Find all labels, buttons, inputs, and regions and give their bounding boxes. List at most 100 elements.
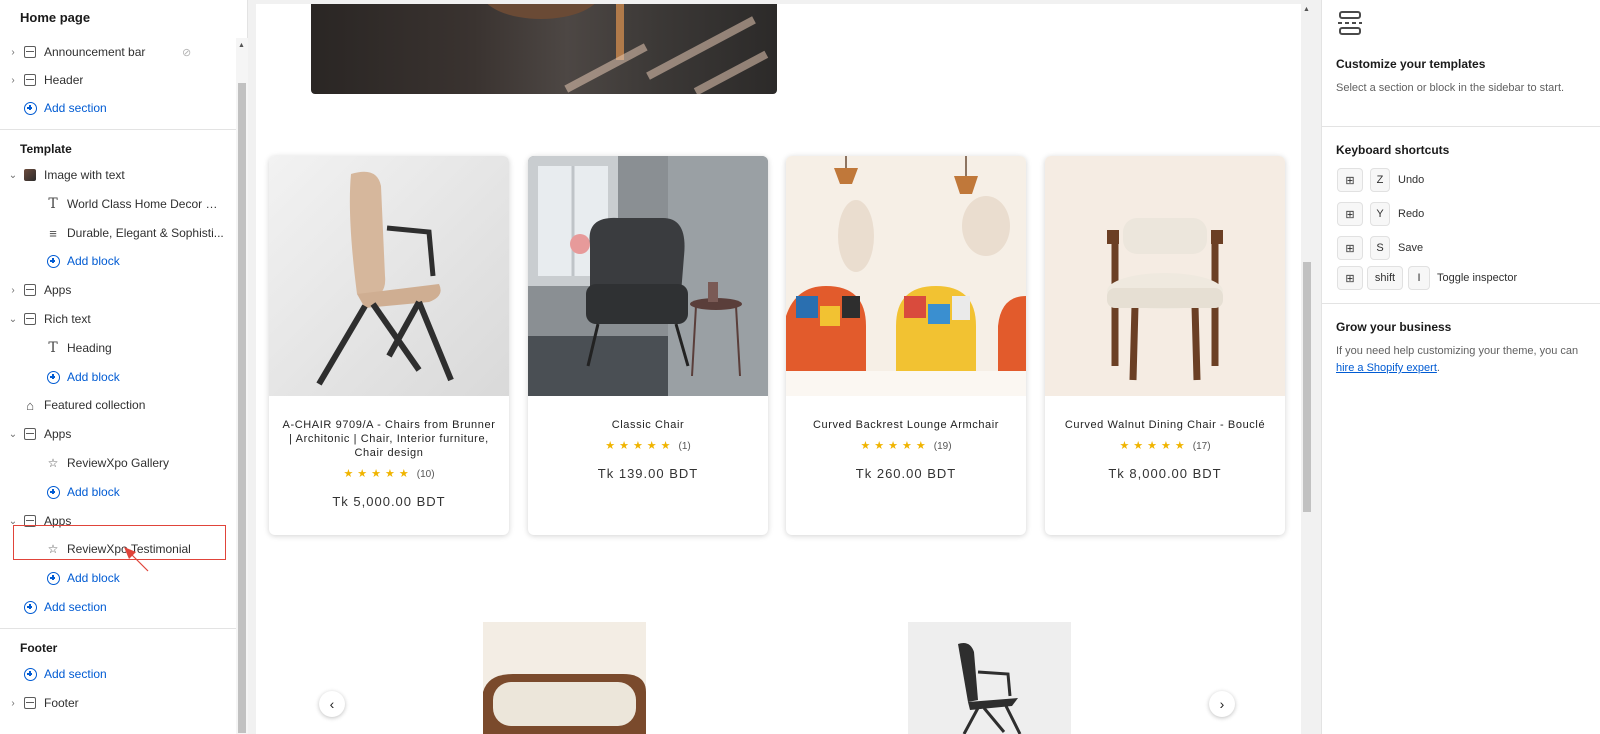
inspector-panel: Customize your templates Select a sectio… (1321, 0, 1600, 734)
shortcut-label: Save (1398, 242, 1424, 254)
product-rating: ★★★★★ (10) (269, 467, 509, 480)
tree-item-label: Featured collection (44, 398, 146, 412)
tree-item-apps[interactable]: › Apps (0, 276, 236, 304)
product-card[interactable]: Curved Backrest Lounge Armchair ★★★★★ (19… (786, 156, 1026, 535)
shortcut-key: S (1370, 236, 1390, 260)
review-count: (19) (933, 441, 952, 452)
scrollbar-thumb[interactable] (1303, 262, 1311, 512)
product-image[interactable] (786, 156, 1026, 396)
shortcuts-title: Keyboard shortcuts (1336, 143, 1450, 157)
product-title[interactable]: Curved Backrest Lounge Armchair (796, 418, 1016, 432)
star-rating-icons: ★★★★★ (860, 440, 930, 452)
product-image[interactable] (1045, 156, 1285, 396)
tree-item-header[interactable]: › Header (0, 66, 236, 94)
add-section-button[interactable]: Add section (0, 94, 236, 122)
shortcut-label: Toggle inspector (1437, 272, 1518, 284)
customize-title: Customize your templates (1336, 57, 1486, 71)
eye-slash-icon[interactable]: ⊘ (182, 46, 191, 59)
tree-block-item[interactable]: T Heading (0, 334, 236, 362)
tree-item-featured-collection[interactable]: ⌂ Featured collection (0, 391, 236, 419)
block-label: ReviewXpo Gallery (67, 456, 170, 470)
tree-item-apps[interactable]: ⌄ Apps (0, 420, 236, 448)
divider (0, 628, 236, 629)
chevron-right-icon[interactable]: › (8, 47, 18, 58)
product-image[interactable] (269, 156, 509, 396)
tree-item-label: Announcement bar (44, 45, 146, 59)
block-label: Heading (67, 341, 112, 355)
tree-item-label: Footer (44, 696, 79, 710)
plus-circle-icon (45, 369, 61, 385)
sections-sidebar: Home page › Announcement bar ⊘ › Header … (0, 0, 248, 734)
add-block-label: Add block (67, 571, 120, 585)
add-section-label: Add section (44, 600, 107, 614)
add-section-label: Add section (44, 667, 107, 681)
tree-item-label: Apps (44, 283, 72, 297)
add-section-label: Add section (44, 101, 107, 115)
product-card[interactable]: Curved Walnut Dining Chair - Bouclé ★★★★… (1045, 156, 1285, 535)
shortcut-key: shift (1367, 266, 1403, 290)
product-image[interactable] (528, 156, 768, 396)
add-block-button[interactable]: Add block (0, 478, 236, 506)
sidebar-scrollbar[interactable]: ▲ (236, 38, 248, 734)
group-heading-template: Template (20, 142, 72, 156)
carousel-prev-button[interactable]: ‹ (319, 691, 345, 717)
tree-item-announcement-bar[interactable]: › Announcement bar ⊘ (0, 38, 236, 66)
apps-icon (22, 426, 38, 442)
plus-circle-icon (45, 253, 61, 269)
tree-block-item[interactable]: ☆ ReviewXpo Gallery (0, 449, 236, 477)
preview-scrollbar[interactable]: ▲ (1301, 4, 1313, 734)
divider (0, 129, 236, 130)
add-block-button[interactable]: Add block (0, 247, 236, 275)
product-title[interactable]: Classic Chair (538, 418, 758, 432)
chevron-down-icon[interactable]: ⌄ (8, 170, 18, 181)
scrollbar-thumb[interactable] (238, 83, 246, 733)
chevron-down-icon[interactable]: ⌄ (8, 314, 18, 325)
shortcut-label: Undo (1398, 174, 1425, 186)
product-card[interactable]: Classic Chair ★★★★★ (1) Tk 139.00 BDT (528, 156, 768, 535)
chevron-right-icon[interactable]: › (8, 75, 18, 86)
star-rating-icons: ★★★★★ (1119, 440, 1189, 452)
section-icon (22, 311, 38, 327)
tree-item-label: Apps (44, 427, 72, 441)
add-section-button[interactable]: Add section (0, 593, 236, 621)
hire-expert-link[interactable]: hire a Shopify expert (1336, 362, 1437, 374)
chevron-right-icon[interactable]: › (8, 698, 18, 709)
product-title[interactable]: Curved Walnut Dining Chair - Bouclé (1055, 418, 1275, 432)
section-icon (22, 44, 38, 60)
divider (1322, 303, 1600, 304)
carousel-next-button[interactable]: › (1209, 691, 1235, 717)
scroll-up-icon[interactable]: ▲ (238, 42, 245, 49)
chevron-down-icon[interactable]: ⌄ (8, 429, 18, 440)
grow-text-before: If you need help customizing your theme,… (1336, 345, 1579, 357)
tree-item-rich-text[interactable]: ⌄ Rich text (0, 305, 236, 333)
tree-item-footer[interactable]: › Footer (0, 689, 236, 717)
product-rating: ★★★★★ (17) (1045, 439, 1285, 452)
star-rating-icons: ★★★★★ (343, 468, 413, 480)
review-count: (10) (416, 469, 435, 480)
add-block-button[interactable]: Add block (0, 564, 236, 592)
grow-title: Grow your business (1336, 320, 1452, 334)
page-title: Home page (20, 10, 91, 25)
scroll-up-icon[interactable]: ▲ (1303, 6, 1310, 13)
add-block-button[interactable]: Add block (0, 363, 236, 391)
tree-item-label: Rich text (44, 312, 91, 326)
plus-circle-icon (22, 100, 38, 116)
group-heading-footer: Footer (20, 641, 58, 655)
tree-block-item[interactable]: ≡ Durable, Elegant & Sophisti... (0, 219, 236, 247)
grow-text: If you need help customizing your theme,… (1336, 343, 1586, 377)
tree-item-label: Image with text (44, 168, 125, 182)
tree-block-item[interactable]: T World Class Home Decor & ... (0, 190, 236, 218)
product-card[interactable]: A-CHAIR 9709/A - Chairs from Brunner | A… (269, 156, 509, 535)
gallery-image[interactable] (908, 622, 1071, 734)
image-with-text-image (311, 4, 777, 94)
tag-icon: ⌂ (26, 397, 34, 413)
gallery-image[interactable] (483, 622, 646, 734)
add-section-button[interactable]: Add section (0, 660, 236, 688)
star-icon: ☆ (47, 456, 59, 470)
product-title[interactable]: A-CHAIR 9709/A - Chairs from Brunner | A… (279, 418, 499, 460)
chevron-right-icon[interactable]: › (8, 285, 18, 296)
shortcut-key: Z (1370, 168, 1390, 192)
tree-item-image-with-text[interactable]: ⌄ Image with text (0, 161, 236, 189)
product-price: Tk 139.00 BDT (597, 466, 699, 481)
shortcut-label: Redo (1398, 208, 1425, 220)
